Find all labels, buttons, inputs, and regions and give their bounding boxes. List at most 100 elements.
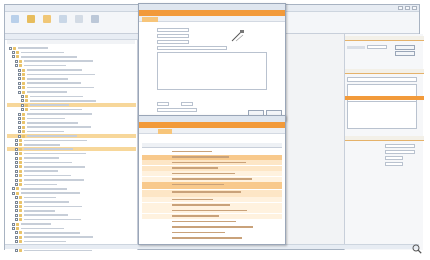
panel-field-input[interactable] xyxy=(367,45,387,49)
tree-row[interactable] xyxy=(7,213,136,217)
tree-row[interactable] xyxy=(7,231,136,235)
tree-row[interactable] xyxy=(7,178,136,182)
expand-toggle[interactable] xyxy=(18,134,21,138)
table-row[interactable] xyxy=(142,160,282,165)
expand-toggle[interactable] xyxy=(21,94,24,98)
expand-toggle[interactable] xyxy=(15,240,18,244)
expand-toggle[interactable] xyxy=(12,222,15,226)
tree-row[interactable] xyxy=(7,99,136,103)
expand-toggle[interactable] xyxy=(18,90,21,94)
expand-toggle[interactable] xyxy=(12,55,15,59)
dialog-small-field-2[interactable] xyxy=(181,102,193,106)
expand-toggle[interactable] xyxy=(15,231,18,235)
tree-row[interactable] xyxy=(7,226,136,230)
expand-toggle[interactable] xyxy=(21,108,24,112)
tree-row[interactable] xyxy=(7,160,136,164)
tree-row[interactable] xyxy=(7,200,136,204)
expand-toggle[interactable] xyxy=(15,178,18,182)
tree-row[interactable] xyxy=(7,86,136,90)
expand-toggle[interactable] xyxy=(15,248,18,252)
expand-toggle[interactable] xyxy=(18,86,21,90)
table-row[interactable] xyxy=(142,225,282,230)
expand-toggle[interactable] xyxy=(15,160,18,164)
expand-toggle[interactable] xyxy=(15,143,18,147)
tree-row[interactable] xyxy=(7,68,136,72)
tree-row[interactable] xyxy=(7,59,136,63)
dialog-field-2[interactable] xyxy=(157,34,189,38)
table-row[interactable] xyxy=(142,202,282,208)
expand-toggle[interactable] xyxy=(15,152,18,156)
tree-row[interactable] xyxy=(7,204,136,208)
tree-row[interactable] xyxy=(7,77,136,81)
expand-toggle[interactable] xyxy=(15,169,18,173)
dialog-small-field-1[interactable] xyxy=(157,102,169,106)
table-row[interactable] xyxy=(142,213,282,219)
tree-row[interactable] xyxy=(7,103,136,108)
expand-toggle[interactable] xyxy=(9,46,12,50)
tree-row[interactable] xyxy=(7,222,136,226)
tree-row[interactable] xyxy=(7,187,136,191)
tree-row[interactable] xyxy=(7,174,136,178)
expand-toggle[interactable] xyxy=(21,99,24,103)
table-row[interactable] xyxy=(142,154,282,160)
expand-toggle[interactable] xyxy=(18,77,21,81)
expand-toggle[interactable] xyxy=(12,50,15,54)
tree-row[interactable] xyxy=(7,64,136,68)
dialog-field-5[interactable] xyxy=(157,108,197,112)
tree-row[interactable] xyxy=(7,165,136,169)
ribbon-button-6[interactable] xyxy=(89,15,101,27)
expand-toggle[interactable] xyxy=(18,130,21,134)
tree-row[interactable] xyxy=(7,143,136,147)
tree-row[interactable] xyxy=(7,240,136,244)
tree-row[interactable] xyxy=(7,191,136,195)
expand-toggle[interactable] xyxy=(15,156,18,160)
panel-spinner-1[interactable] xyxy=(385,156,403,160)
expand-toggle[interactable] xyxy=(18,121,21,125)
tree-row[interactable] xyxy=(7,55,136,59)
detail-tab-1[interactable] xyxy=(142,129,156,134)
expand-toggle[interactable] xyxy=(15,213,18,217)
tree-row[interactable] xyxy=(7,138,136,142)
tree-row[interactable] xyxy=(7,130,136,134)
table-row[interactable] xyxy=(142,230,282,235)
expand-toggle[interactable] xyxy=(15,235,18,239)
expand-toggle[interactable] xyxy=(18,116,21,120)
expand-toggle[interactable] xyxy=(15,218,18,222)
panel-select-1[interactable] xyxy=(385,144,415,148)
expand-toggle[interactable] xyxy=(15,147,18,151)
table-row[interactable] xyxy=(142,165,282,171)
ribbon-button-4[interactable] xyxy=(57,15,69,27)
panel-spinner-2[interactable] xyxy=(385,162,403,166)
tree-row[interactable] xyxy=(7,134,136,138)
tree-row[interactable] xyxy=(7,72,136,76)
dialog-textarea[interactable] xyxy=(157,52,267,90)
ribbon-button-1[interactable] xyxy=(9,15,21,27)
expand-toggle[interactable] xyxy=(15,64,18,68)
tree-row[interactable] xyxy=(7,125,136,129)
close-button[interactable] xyxy=(412,6,417,10)
expand-toggle[interactable] xyxy=(21,103,24,107)
tree-row[interactable] xyxy=(7,121,136,125)
expand-toggle[interactable] xyxy=(18,112,21,116)
expand-toggle[interactable] xyxy=(15,200,18,204)
magnify-icon[interactable] xyxy=(412,244,422,254)
dialog-field-4[interactable] xyxy=(157,46,227,50)
table-row[interactable] xyxy=(142,197,282,202)
expand-toggle[interactable] xyxy=(15,182,18,186)
table-row[interactable] xyxy=(142,236,282,241)
tree-row[interactable] xyxy=(7,209,136,213)
tree-row[interactable] xyxy=(7,116,136,120)
detail-tab-2[interactable] xyxy=(158,129,172,134)
tree-row[interactable] xyxy=(7,81,136,85)
tree-row[interactable] xyxy=(7,46,136,50)
tree-row[interactable] xyxy=(7,152,136,156)
ribbon-button-5[interactable] xyxy=(73,15,85,27)
dialog-tab-1[interactable] xyxy=(142,17,158,22)
expand-toggle[interactable] xyxy=(12,226,15,230)
panel-button-1[interactable] xyxy=(395,45,415,50)
tree-row[interactable] xyxy=(7,50,136,54)
table-row[interactable] xyxy=(142,189,282,197)
dialog-field-3[interactable] xyxy=(157,40,189,44)
tree-row[interactable] xyxy=(7,196,136,200)
panel-button-2[interactable] xyxy=(395,51,415,56)
